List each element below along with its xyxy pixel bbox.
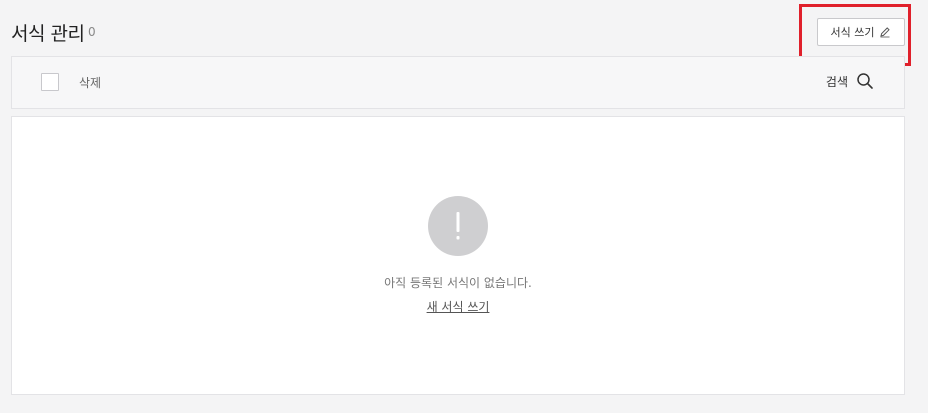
list-toolbar: 삭제 검색: [11, 56, 905, 109]
write-button-label: 서식 쓰기: [830, 26, 875, 39]
page-header: 서식 관리 0: [11, 0, 928, 56]
new-template-link[interactable]: 새 서식 쓰기: [427, 300, 490, 314]
empty-state-message: 아직 등록된 서식이 없습니다.: [384, 276, 532, 290]
search-icon: [856, 72, 874, 90]
delete-button[interactable]: 삭제: [79, 74, 101, 91]
pencil-icon: [879, 26, 891, 38]
write-template-button[interactable]: 서식 쓰기: [817, 18, 905, 46]
page-title: 서식 관리: [11, 23, 85, 45]
item-count: 0: [88, 25, 96, 39]
new-template-link-wrapper: 새 서식 쓰기: [12, 298, 904, 315]
search-label: 검색: [825, 74, 848, 89]
exclamation-icon: [428, 196, 488, 256]
select-all-checkbox[interactable]: [41, 73, 59, 91]
template-list-area: 아직 등록된 서식이 없습니다. 새 서식 쓰기: [11, 116, 905, 395]
search-button[interactable]: 검색: [826, 72, 874, 90]
